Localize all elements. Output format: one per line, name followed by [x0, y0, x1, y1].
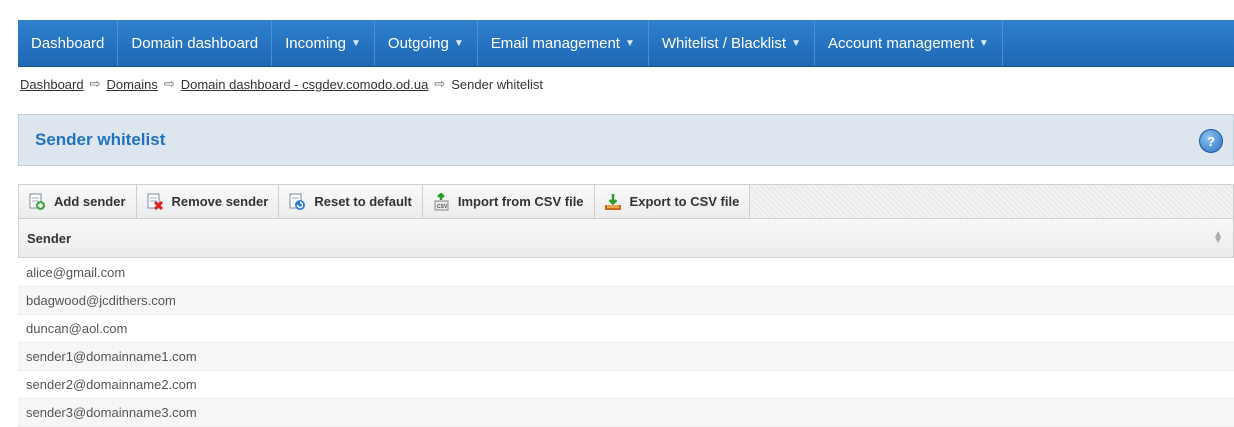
nav-dashboard[interactable]: Dashboard: [18, 20, 119, 66]
remove-sender-button[interactable]: Remove sender: [136, 185, 280, 218]
breadcrumb-link-domains[interactable]: Domains: [107, 77, 158, 92]
arrow-right-icon: ⇨: [89, 76, 101, 91]
breadcrumb-current: Sender whitelist: [451, 76, 544, 92]
table-row[interactable]: sender3@domainname3.com: [18, 399, 1234, 427]
reset-to-default-button[interactable]: Reset to default: [279, 185, 423, 218]
reset-label: Reset to default: [314, 194, 412, 209]
arrow-right-icon: ⇨: [434, 76, 446, 91]
page-title: Sender whitelist: [35, 130, 166, 149]
toolbar: Add sender Remove sender Reset to defaul…: [18, 184, 1234, 218]
import-label: Import from CSV file: [457, 194, 584, 209]
remove-icon: [146, 193, 164, 211]
nav-label: Dashboard: [31, 34, 105, 52]
nav-account-management[interactable]: Account management ▼: [815, 20, 1003, 66]
nav-label: Incoming: [285, 34, 347, 52]
nav-whitelist-blacklist[interactable]: Whitelist / Blacklist ▼: [649, 20, 815, 66]
add-sender-button[interactable]: Add sender: [19, 185, 137, 218]
breadcrumb: Dashboard ⇨ Domains ⇨ Domain dashboard -…: [20, 76, 543, 92]
breadcrumb-link-domain-dashboard[interactable]: Domain dashboard - csgdev.comodo.od.ua: [181, 77, 429, 92]
nav-email-management[interactable]: Email management ▼: [478, 20, 649, 66]
remove-sender-label: Remove sender: [171, 194, 269, 209]
nav-label: Domain dashboard: [131, 34, 259, 52]
help-icon[interactable]: ?: [1199, 129, 1223, 153]
import-csv-button[interactable]: CSV Import from CSV file: [422, 185, 595, 218]
add-icon: [28, 193, 46, 211]
sender-cell: bdagwood@jcdithers.com: [26, 293, 176, 308]
sort-icon[interactable]: ▲ ▼: [1213, 230, 1223, 246]
caret-down-icon: ▼: [453, 37, 464, 49]
nav-label: Outgoing: [387, 34, 449, 52]
sender-cell: duncan@aol.com: [26, 321, 128, 336]
column-header-label: Sender: [27, 230, 72, 246]
nav-incoming[interactable]: Incoming ▼: [272, 20, 375, 66]
column-header-sender[interactable]: Sender ▲ ▼: [18, 218, 1234, 258]
table-row[interactable]: bdagwood@jcdithers.com: [18, 287, 1234, 315]
sender-cell: sender1@domainname1.com: [26, 349, 197, 364]
table-row[interactable]: duncan@aol.com: [18, 315, 1234, 343]
table-row[interactable]: sender2@domainname2.com: [18, 371, 1234, 399]
nav-domain-dashboard[interactable]: Domain dashboard: [118, 20, 273, 66]
export-label: Export to CSV file: [629, 194, 740, 209]
table-row[interactable]: sender1@domainname1.com: [18, 343, 1234, 371]
nav-label: Email management: [490, 34, 620, 52]
caret-down-icon: ▼: [791, 37, 801, 49]
nav-outgoing[interactable]: Outgoing ▼: [375, 20, 478, 66]
caret-down-icon: ▼: [624, 37, 635, 49]
sender-cell: sender3@domainname3.com: [26, 405, 197, 420]
sender-cell: alice@gmail.com: [26, 265, 126, 280]
sender-cell: sender2@domainname2.com: [26, 377, 197, 392]
svg-text:CSV: CSV: [437, 204, 448, 210]
import-icon: CSV: [432, 192, 450, 211]
reset-icon: [288, 193, 306, 211]
arrow-right-icon: ⇨: [163, 76, 175, 91]
main-navbar: Dashboard Domain dashboard Incoming ▼ Out…: [18, 20, 1234, 67]
panel-header: Sender whitelist ?: [18, 114, 1234, 166]
caret-down-icon: ▼: [978, 37, 989, 49]
sender-list: alice@gmail.com bdagwood@jcdithers.com d…: [18, 259, 1234, 427]
nav-label: Whitelist / Blacklist: [661, 34, 787, 52]
add-sender-label: Add sender: [54, 194, 126, 209]
export-icon: [604, 193, 622, 211]
export-csv-button[interactable]: Export to CSV file: [594, 185, 751, 218]
caret-down-icon: ▼: [351, 37, 361, 49]
table-row[interactable]: alice@gmail.com: [18, 259, 1234, 287]
breadcrumb-link-dashboard[interactable]: Dashboard: [20, 77, 84, 92]
nav-label: Account management: [827, 34, 974, 52]
